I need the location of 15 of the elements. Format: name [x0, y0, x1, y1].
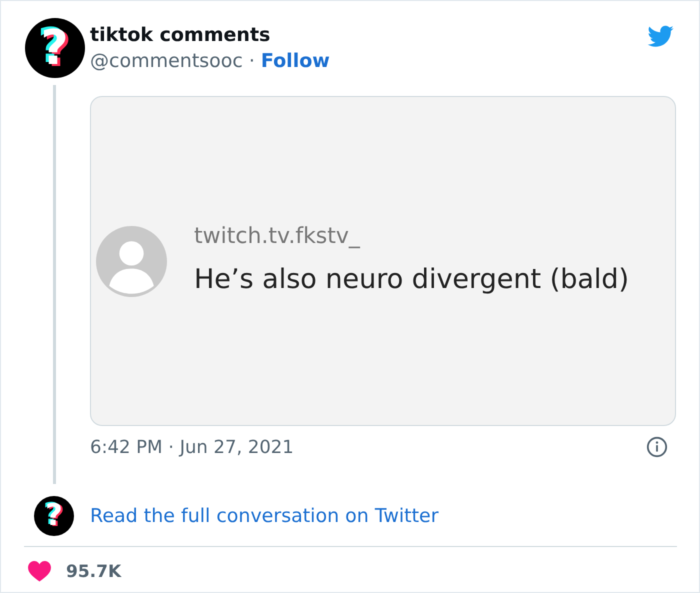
follow-link[interactable]: Follow — [260, 50, 330, 72]
author-name[interactable]: tiktok comments — [90, 23, 330, 47]
heart-icon[interactable] — [28, 561, 51, 582]
comment-username: twitch.tv.fkstv_ — [194, 223, 362, 251]
avatar[interactable]: ? — [24, 18, 84, 78]
comment-text: He’s also neuro divergent (bald) — [194, 263, 630, 297]
separator: · — [248, 50, 255, 72]
timestamp-link[interactable]: 6:42 PM · Jun 27, 2021 — [90, 436, 294, 458]
author-handle[interactable]: @commentsooc — [90, 50, 243, 72]
info-icon[interactable] — [646, 436, 668, 458]
avatar-placeholder-icon — [96, 226, 167, 296]
like-count[interactable]: 95.7K — [66, 562, 122, 582]
conversation-link[interactable]: Read the full conversation on Twitter — [90, 505, 439, 527]
avatar[interactable]: ? — [34, 496, 74, 536]
bird-icon[interactable] — [646, 23, 676, 49]
